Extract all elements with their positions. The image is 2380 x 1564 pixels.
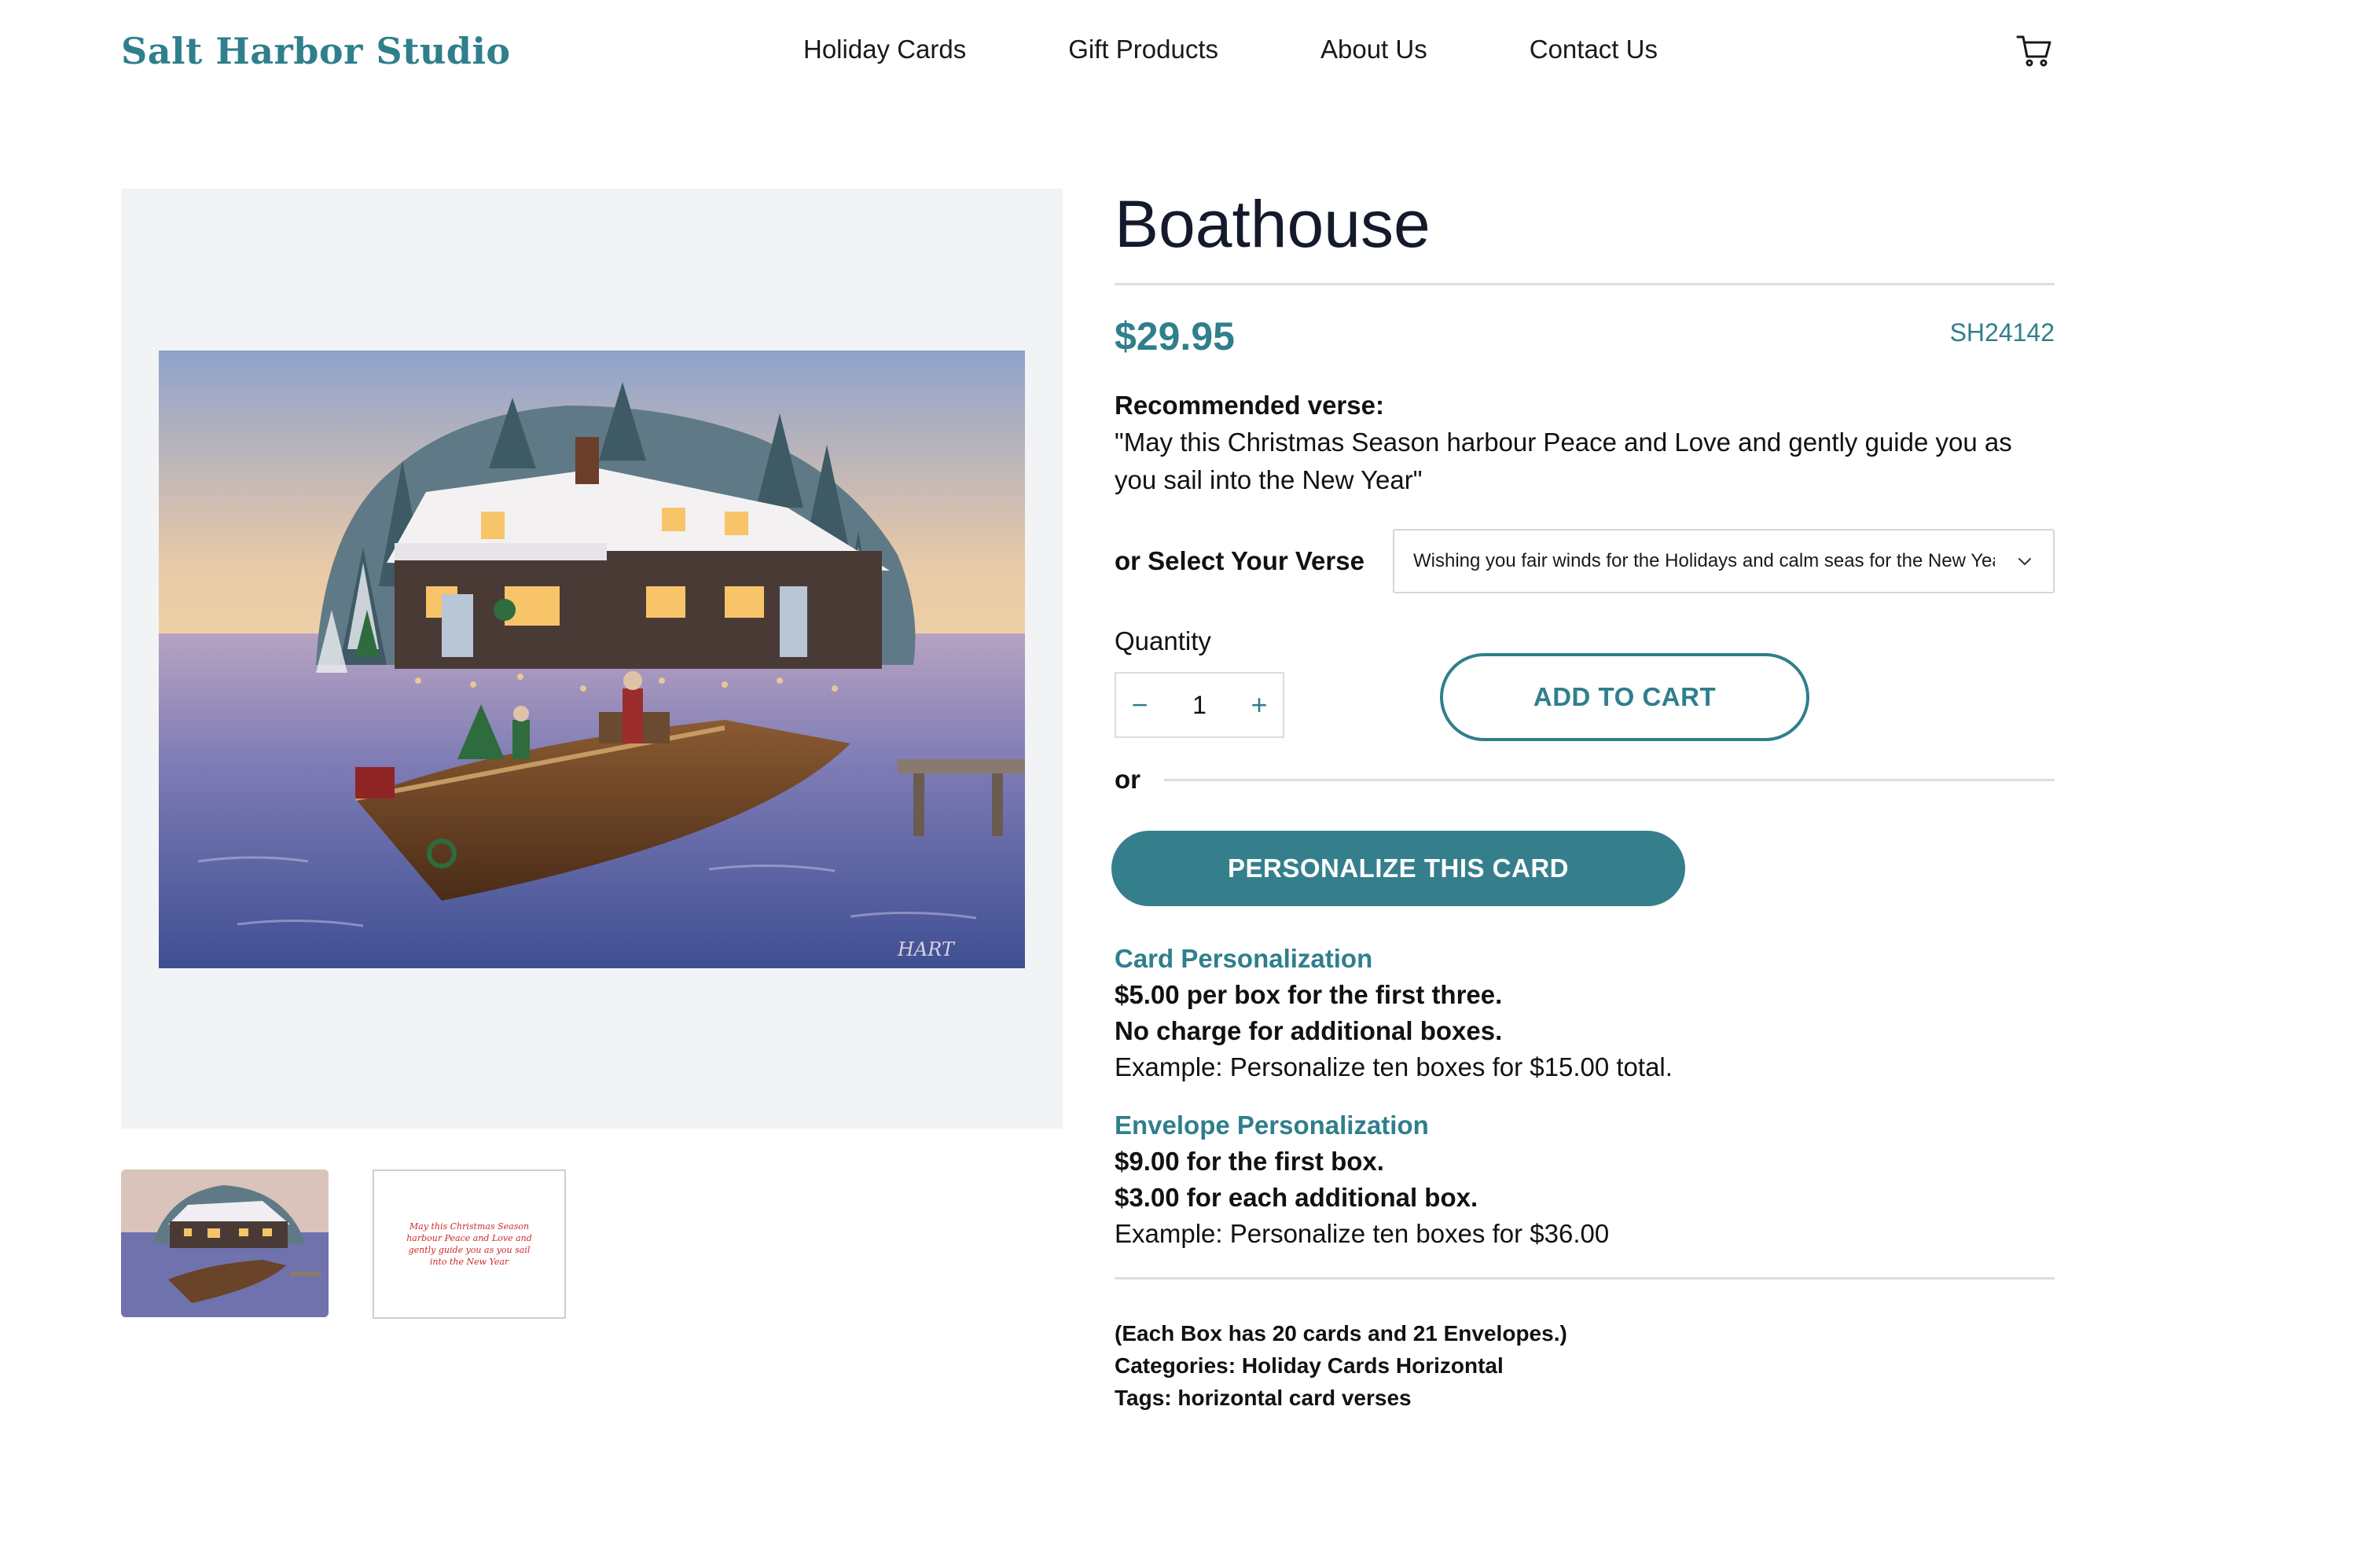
- card-personalization-example: Example: Personalize ten boxes for $15.0…: [1115, 1052, 1673, 1081]
- card-personalization-section: Card Personalization $5.00 per box for t…: [1115, 941, 2055, 1085]
- thumbnail-verse-inside[interactable]: May this Christmas Season harbour Peace …: [373, 1169, 566, 1319]
- shopping-cart-icon[interactable]: [2015, 31, 2053, 69]
- nav-gift-products[interactable]: Gift Products: [1068, 35, 1218, 64]
- chevron-down-icon: [2018, 558, 2031, 566]
- product-info-panel: Boathouse $29.95 SH24142 Recommended ver…: [1111, 181, 2055, 1414]
- verse-select-value: Wishing you fair winds for the Holidays …: [1413, 550, 1995, 571]
- envelope-personalization-heading: Envelope Personalization: [1115, 1111, 1429, 1140]
- or-line: [1164, 778, 2055, 781]
- product-title: Boathouse: [1115, 187, 1431, 261]
- recommended-verse-text: "May this Christmas Season harbour Peace…: [1115, 428, 2012, 494]
- envelope-personalization-example: Example: Personalize ten boxes for $36.0…: [1115, 1219, 1610, 1248]
- envelope-personalization-section: Envelope Personalization $9.00 for the f…: [1115, 1107, 2055, 1252]
- quantity-label: Quantity: [1115, 626, 1211, 655]
- product-price: $29.95: [1115, 314, 1235, 358]
- main-nav: Holiday Cards Gift Products About Us Con…: [803, 35, 1760, 64]
- price-row: $29.95 SH24142: [1115, 285, 2055, 373]
- product-image-frame: HART: [121, 189, 1063, 1129]
- product-meta: (Each Box has 20 cards and 21 Envelopes.…: [1115, 1317, 2055, 1414]
- add-to-cart-button[interactable]: ADD TO CART: [1440, 653, 1809, 741]
- card-personalization-heading: Card Personalization: [1115, 944, 1373, 973]
- quantity-block: Quantity − 1 + ADD TO CART: [1115, 626, 2055, 776]
- quantity-increase-button[interactable]: +: [1236, 689, 1283, 721]
- nav-about-us[interactable]: About Us: [1320, 35, 1427, 64]
- site-logo[interactable]: Salt Harbor Studio: [121, 30, 511, 72]
- verse-select-label: or Select Your Verse: [1115, 546, 1364, 575]
- quantity-value[interactable]: 1: [1163, 691, 1236, 720]
- quantity-stepper: − 1 +: [1115, 672, 1284, 738]
- divider: [1115, 1277, 2055, 1279]
- thumbnail-painting[interactable]: [121, 1169, 329, 1317]
- product-categories[interactable]: Categories: Holiday Cards Horizontal: [1115, 1349, 2055, 1382]
- envelope-personalization-line2: $3.00 for each additional box.: [1115, 1183, 1478, 1212]
- card-personalization-line1: $5.00 per box for the first three.: [1115, 980, 1503, 1009]
- recommended-verse-label: Recommended verse:: [1115, 391, 1384, 420]
- svg-text:HART: HART: [897, 938, 956, 960]
- verse-select-row: or Select Your Verse Wishing you fair wi…: [1115, 529, 2055, 593]
- box-contents-note: (Each Box has 20 cards and 21 Envelopes.…: [1115, 1321, 1567, 1346]
- card-personalization-line2: No charge for additional boxes.: [1115, 1016, 1503, 1045]
- nav-holiday-cards[interactable]: Holiday Cards: [803, 35, 966, 64]
- thumbnail-verse-text: May this Christmas Season harbour Peace …: [406, 1221, 532, 1267]
- nav-contact-us[interactable]: Contact Us: [1530, 35, 1658, 64]
- product-tags[interactable]: Tags: horizontal card verses: [1115, 1382, 2055, 1414]
- envelope-personalization-line1: $9.00 for the first box.: [1115, 1147, 1384, 1176]
- verse-select-dropdown[interactable]: Wishing you fair winds for the Holidays …: [1393, 529, 2055, 593]
- product-sku: SH24142: [1949, 318, 2055, 347]
- personalize-card-button[interactable]: PERSONALIZE THIS CARD: [1111, 831, 1685, 906]
- product-painting-image[interactable]: HART: [159, 351, 1025, 968]
- quantity-decrease-button[interactable]: −: [1116, 689, 1163, 721]
